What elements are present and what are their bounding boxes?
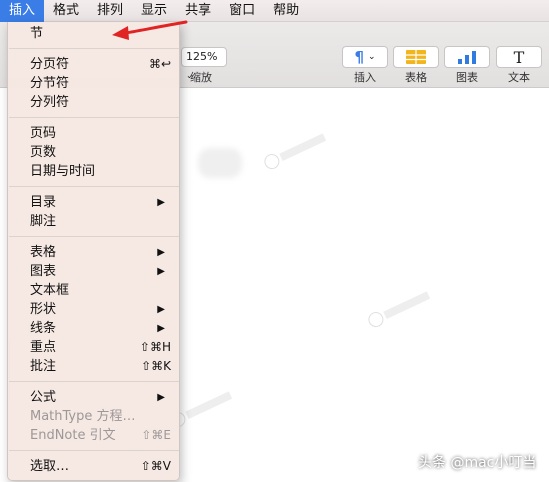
text-icon: T xyxy=(513,47,525,67)
table-toolbar-button[interactable] xyxy=(393,46,439,68)
text-toolbar-button[interactable]: T xyxy=(496,46,542,68)
menu-item-label: 形状 xyxy=(30,302,57,317)
submenu-arrow-icon: ▶ xyxy=(157,304,165,315)
submenu-arrow-icon: ▶ xyxy=(157,392,165,403)
menu-item-label: 节 xyxy=(30,26,44,41)
menu-separator xyxy=(9,48,179,49)
menu-item-label: 脚注 xyxy=(30,214,57,229)
menu-item-date-time[interactable]: 日期与时间 xyxy=(8,162,179,181)
menu-separator xyxy=(9,186,179,187)
menu-item-page-number[interactable]: 页码 xyxy=(8,124,179,143)
menu-item-label: 目录 xyxy=(30,195,57,210)
menu-item-footnote[interactable]: 脚注 xyxy=(8,212,179,231)
menu-item-endnote: EndNote 引文 ⇧⌘E xyxy=(8,426,179,445)
table-icon xyxy=(406,50,426,64)
menu-item-table[interactable]: 表格 ▶ xyxy=(8,243,179,262)
menu-item-label: 文本框 xyxy=(30,283,70,298)
menu-item-line[interactable]: 线条 ▶ xyxy=(8,319,179,338)
menu-item-page-break[interactable]: 分页符 ⌘↩ xyxy=(8,55,179,74)
text-toolbar-label: 文本 xyxy=(508,71,530,84)
menu-item-label: 分节符 xyxy=(30,76,70,91)
watermark-text: 头条 @mac小叮当 xyxy=(418,455,537,471)
menu-item-label: 重点 xyxy=(30,340,57,355)
menu-item-label: 图表 xyxy=(30,264,57,279)
menu-item-page-count[interactable]: 页数 xyxy=(8,143,179,162)
submenu-arrow-icon: ▶ xyxy=(157,323,165,334)
menu-item-shortcut: ⌘↩ xyxy=(148,57,171,71)
bar-chart-icon xyxy=(458,51,476,64)
menu-item-label: 公式 xyxy=(30,390,57,405)
insert-toolbar-button[interactable]: ¶ ⌄ xyxy=(342,46,388,68)
submenu-arrow-icon: ▶ xyxy=(157,266,165,277)
chevron-down-icon: ⌄ xyxy=(368,52,376,62)
menu-separator xyxy=(9,117,179,118)
submenu-arrow-icon: ▶ xyxy=(157,197,165,208)
annotation-arrow-icon xyxy=(112,20,188,40)
zoom-value: 125% xyxy=(186,50,218,63)
menu-item-shortcut: ⇧⌘E xyxy=(141,428,171,442)
submenu-arrow-icon: ▶ xyxy=(157,247,165,258)
paragraph-icon: ¶ xyxy=(354,48,364,66)
menu-item-label: 日期与时间 xyxy=(30,164,96,179)
menu-format[interactable]: 格式 xyxy=(44,0,88,22)
menu-item-chart[interactable]: 图表 ▶ xyxy=(8,262,179,281)
chart-toolbar-label: 图表 xyxy=(456,71,478,84)
menu-item-section-break[interactable]: 分节符 xyxy=(8,74,179,93)
menu-separator xyxy=(9,450,179,451)
menu-window[interactable]: 窗口 xyxy=(220,0,264,22)
menu-item-equation[interactable]: 公式 ▶ xyxy=(8,388,179,407)
zoom-select[interactable]: 125% ⌄ xyxy=(181,47,227,80)
insert-menu: 节 分页符 ⌘↩ 分节符 分列符 页码 页数 日期与时间 目录 ▶ 脚注 表格 … xyxy=(7,22,180,481)
chart-toolbar-button[interactable] xyxy=(444,46,490,68)
menu-item-label: 分列符 xyxy=(30,95,70,110)
menu-item-choose[interactable]: 选取… ⇧⌘V xyxy=(8,457,179,476)
menu-item-shortcut: ⇧⌘H xyxy=(139,340,171,354)
menu-item-column-break[interactable]: 分列符 xyxy=(8,93,179,112)
menu-item-shape[interactable]: 形状 ▶ xyxy=(8,300,179,319)
blurred-content xyxy=(198,148,242,178)
zoom-label: 缩放 xyxy=(190,71,212,84)
menu-separator xyxy=(9,236,179,237)
menu-item-toc[interactable]: 目录 ▶ xyxy=(8,193,179,212)
menu-item-label: 页数 xyxy=(30,145,57,160)
menu-help[interactable]: 帮助 xyxy=(264,0,308,22)
menu-insert[interactable]: 插入 xyxy=(0,0,45,22)
menu-item-label: 页码 xyxy=(30,126,57,141)
menu-item-label: 分页符 xyxy=(30,57,70,72)
document-canvas[interactable] xyxy=(180,89,549,482)
menu-item-label: 批注 xyxy=(30,359,57,374)
menu-item-comment[interactable]: 批注 ⇧⌘K xyxy=(8,357,179,376)
menu-item-highlight[interactable]: 重点 ⇧⌘H xyxy=(8,338,179,357)
menu-item-shortcut: ⇧⌘V xyxy=(140,459,171,473)
menu-separator xyxy=(9,381,179,382)
menu-item-label: MathType 方程… xyxy=(30,409,136,424)
menu-item-label: 线条 xyxy=(30,321,57,336)
menu-item-mathtype: MathType 方程… xyxy=(8,407,179,426)
menu-item-label: 选取… xyxy=(30,459,70,474)
menu-item-label: 表格 xyxy=(30,245,57,260)
insert-toolbar-label: 插入 xyxy=(354,71,376,84)
menu-item-label: EndNote 引文 xyxy=(30,428,116,443)
menu-item-text-box[interactable]: 文本框 xyxy=(8,281,179,300)
menu-item-shortcut: ⇧⌘K xyxy=(141,359,171,373)
table-toolbar-label: 表格 xyxy=(405,71,427,84)
menu-bar: 插入 格式 排列 显示 共享 窗口 帮助 xyxy=(0,0,549,22)
